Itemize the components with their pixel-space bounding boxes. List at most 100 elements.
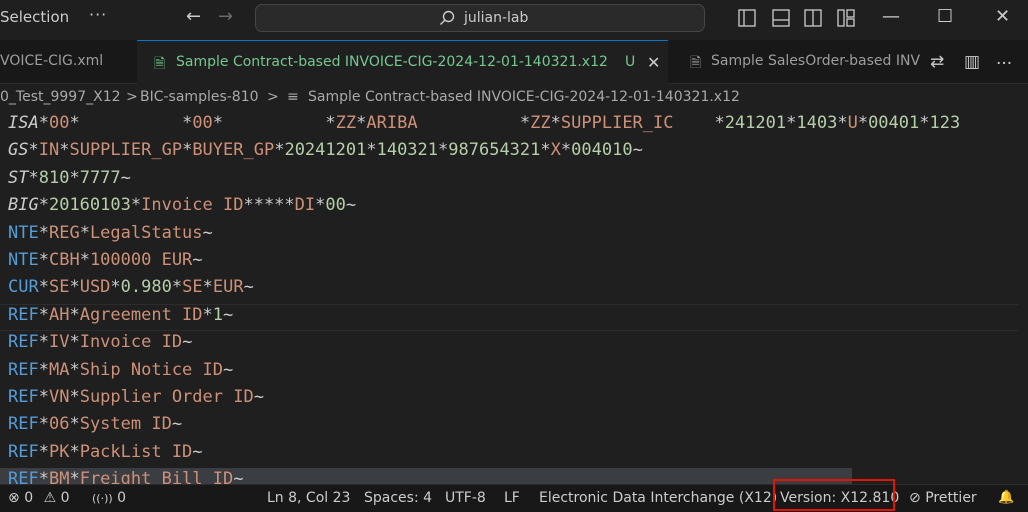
- toggle-secondary-sidebar-icon[interactable]: [804, 9, 822, 27]
- ports-count: 0: [117, 490, 127, 506]
- tab-contract-invoice-x12[interactable]: 🗎 Sample Contract-based INVOICE-CIG-2024…: [137, 40, 668, 84]
- warning-icon: ⚠: [43, 490, 57, 506]
- delimiter: *: [69, 167, 80, 188]
- element-value: System ID: [79, 414, 172, 435]
- delimiter: *: [171, 277, 183, 298]
- element-value: USD: [79, 277, 111, 298]
- delimiter: ~: [120, 167, 131, 188]
- breadcrumb: 0_Test_9997_X12 > BIC-samples-810 > ≡ Sa…: [0, 86, 1028, 110]
- delimiter: ~: [192, 441, 203, 462]
- element-value: U: [847, 113, 858, 133]
- close-window-icon[interactable]: ✕: [995, 6, 1010, 27]
- segment-id: ST: [8, 167, 29, 188]
- menu-selection[interactable]: Selection: [0, 8, 69, 26]
- delimiter: *: [38, 359, 49, 380]
- delimiter: *: [130, 195, 142, 216]
- numeric-value: 20241201: [284, 140, 367, 161]
- code-line: REF*BM*Freight Bill ID~: [8, 466, 243, 484]
- segment-id: NTE: [8, 222, 39, 243]
- delimiter: *: [28, 167, 39, 188]
- element-value: Supplier Order ID: [79, 387, 254, 407]
- numeric-value: 810: [38, 167, 70, 188]
- end-of-line[interactable]: LF: [504, 490, 520, 506]
- tab-invoice-cig-xml[interactable]: VOICE-CIG.xml: [0, 40, 136, 84]
- title-bar: Selection ··· ← → julian-lab — ☐ ✕: [0, 0, 1028, 36]
- delimiter: *: [69, 469, 80, 484]
- delimiter: ~: [223, 359, 234, 380]
- code-editor[interactable]: ISA*00* *00* *ZZ*ARIBA *ZZ*SUPPLIER_IC *…: [0, 110, 1028, 484]
- code-line: GS*IN*SUPPLIER_GP*BUYER_GP*20241201*1403…: [8, 137, 643, 164]
- numeric-value: 00: [325, 195, 346, 216]
- editor-scrollbar[interactable]: [1018, 110, 1028, 484]
- ports-indicator[interactable]: ((·)) 0: [92, 490, 126, 506]
- numeric-value: 140321: [376, 140, 439, 161]
- element-value: Agreement ID: [79, 304, 203, 325]
- toggle-panel-icon[interactable]: [772, 9, 790, 27]
- code-line: REF*AH*Agreement ID*1~: [8, 302, 233, 329]
- segment-id: REF: [8, 359, 39, 380]
- element-value: IN: [38, 140, 60, 161]
- errors-indicator[interactable]: ⊗ 0 ⚠ 0: [8, 490, 70, 506]
- code-line: REF*IV*Invoice ID~: [8, 329, 192, 356]
- delimiter: *: [274, 140, 285, 161]
- delimiter: *: [69, 277, 80, 298]
- code-line: REF*VN*Supplier Order ID~: [8, 384, 264, 411]
- delimiter: *: [182, 140, 193, 161]
- code-line: NTE*CBH*100000 EUR~: [8, 247, 203, 274]
- delimiter: *****: [243, 195, 295, 216]
- breadcrumb-file[interactable]: Sample Contract-based INVOICE-CIG-2024-1…: [308, 89, 740, 105]
- element-value: EUR: [212, 277, 244, 298]
- encoding[interactable]: UTF-8: [445, 490, 486, 506]
- delimiter: *: [315, 195, 326, 216]
- more-actions-icon[interactable]: ···: [996, 54, 1012, 74]
- delimiter: *: [69, 113, 80, 133]
- element-value: 06: [48, 414, 70, 435]
- delimiter: *: [69, 441, 80, 462]
- element-value: CBH: [48, 250, 80, 270]
- tab-salesorder-invoice[interactable]: 🗎 Sample SalesOrder-based INV: [670, 40, 922, 84]
- breadcrumb-folder-test[interactable]: 0_Test_9997_X12: [0, 89, 121, 105]
- segment-id: REF: [8, 332, 39, 353]
- element-value: [223, 113, 325, 133]
- editor-tab-bar: VOICE-CIG.xml 🗎 Sample Contract-based IN…: [0, 40, 1028, 84]
- tab-close-icon[interactable]: ✕: [647, 53, 660, 72]
- error-count: 0: [24, 490, 34, 506]
- command-center-search[interactable]: julian-lab: [255, 4, 705, 32]
- split-editor-icon[interactable]: ▥: [964, 52, 980, 72]
- language-mode[interactable]: Electronic Data Interchange (X12): [539, 490, 777, 506]
- maximize-icon[interactable]: ☐: [937, 6, 953, 27]
- tab-label: Sample Contract-based INVOICE-CIG-2024-1…: [176, 54, 608, 70]
- file-icon: 🗎: [690, 55, 702, 71]
- delimiter: *: [110, 277, 121, 298]
- delimiter: *: [550, 113, 561, 133]
- numeric-value: 123: [929, 113, 961, 133]
- prettier-status[interactable]: ⊘ Prettier: [909, 490, 977, 506]
- segment-id: REF: [8, 414, 39, 435]
- element-value: X: [550, 140, 561, 161]
- delimiter: *: [38, 469, 49, 484]
- minimize-icon[interactable]: —: [882, 6, 900, 27]
- delimiter: ~: [202, 222, 213, 243]
- numeric-value: 004010: [571, 140, 633, 161]
- menu-more-icon[interactable]: ···: [89, 5, 107, 24]
- element-value: ZZ: [530, 113, 551, 133]
- search-icon: [440, 10, 455, 25]
- compare-changes-icon[interactable]: ⇄: [930, 52, 944, 72]
- delimiter: *: [356, 113, 367, 133]
- element-value: Invoice ID: [141, 195, 244, 216]
- tab-label: Sample SalesOrder-based INV: [711, 53, 921, 69]
- back-arrow-icon[interactable]: ←: [186, 6, 201, 27]
- delimiter: *: [438, 140, 449, 161]
- element-value: 00: [192, 113, 213, 133]
- element-value: PK: [48, 441, 70, 462]
- forward-arrow-icon[interactable]: →: [218, 6, 233, 27]
- breadcrumb-folder-bic[interactable]: BIC-samples-810: [140, 89, 259, 105]
- toggle-primary-sidebar-icon[interactable]: [738, 9, 756, 27]
- customize-layout-icon[interactable]: [837, 9, 855, 27]
- delimiter: ~: [253, 387, 264, 407]
- delimiter: *: [560, 140, 572, 161]
- delimiter: *: [79, 222, 90, 243]
- indentation[interactable]: Spaces: 4: [364, 490, 432, 506]
- cursor-position[interactable]: Ln 8, Col 23: [267, 490, 350, 506]
- notifications-bell-icon[interactable]: 🔔: [998, 490, 1014, 505]
